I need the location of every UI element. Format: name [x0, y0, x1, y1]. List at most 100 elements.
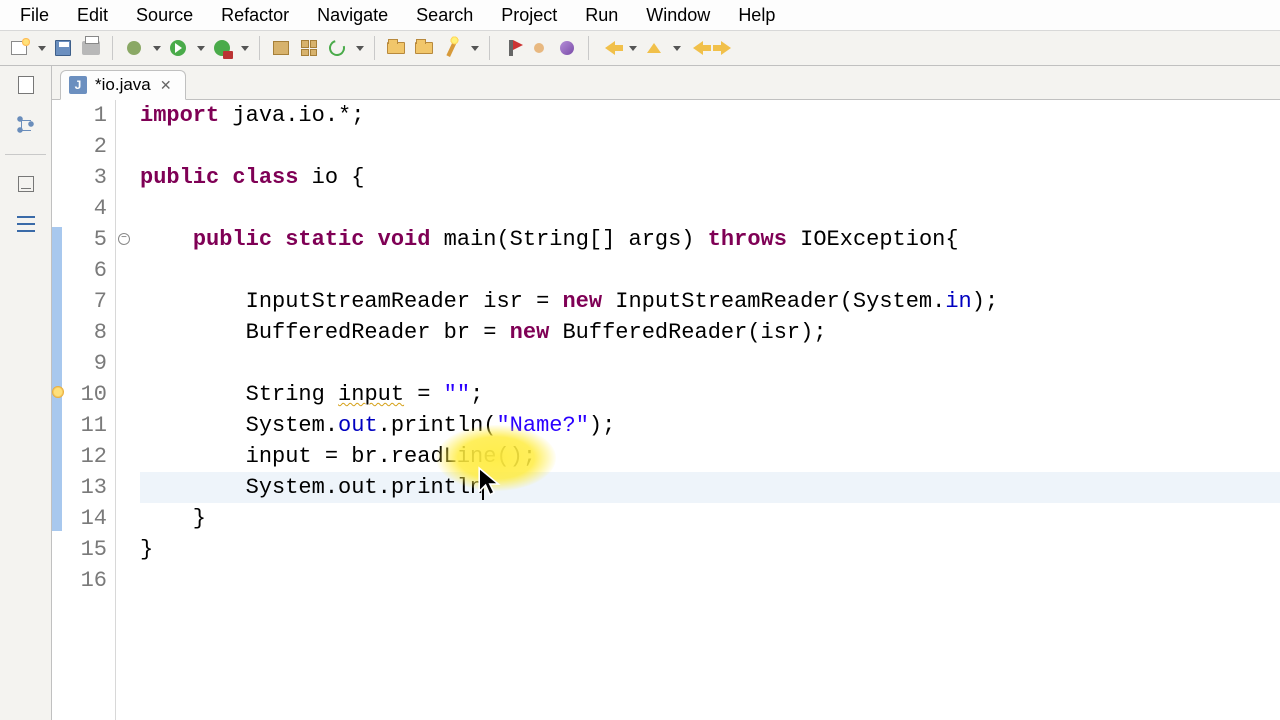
- change-marker: [52, 227, 62, 531]
- wand-dropdown[interactable]: [467, 35, 481, 61]
- main-toolbar: [0, 30, 1280, 66]
- code-line[interactable]: InputStreamReader isr = new InputStreamR…: [140, 286, 1280, 317]
- warning-marker-icon[interactable]: [50, 385, 68, 403]
- close-tab-icon[interactable]: ✕: [159, 78, 173, 92]
- code-line[interactable]: System.out.println("Name?");: [140, 410, 1280, 441]
- arrL-button[interactable]: [597, 35, 623, 61]
- runcircle-button[interactable]: [165, 35, 191, 61]
- save-icon: [55, 40, 71, 56]
- line-number: 11: [72, 410, 107, 441]
- folding-column: −: [116, 100, 134, 720]
- chevron-down-icon: [356, 46, 364, 51]
- print-button[interactable]: [78, 35, 104, 61]
- line-number: 8: [72, 317, 107, 348]
- save-button[interactable]: [50, 35, 76, 61]
- line-number: 2: [72, 131, 107, 162]
- flag-button[interactable]: [498, 35, 524, 61]
- arrL-button[interactable]: [685, 35, 711, 61]
- bug-dropdown[interactable]: [149, 35, 163, 61]
- code-line[interactable]: public static void main(String[] args) t…: [140, 224, 1280, 255]
- code-line[interactable]: BufferedReader br = new BufferedReader(i…: [140, 317, 1280, 348]
- runcircle-dropdown[interactable]: [193, 35, 207, 61]
- menu-help[interactable]: Help: [724, 5, 789, 26]
- outline-view-icon[interactable]: [15, 213, 37, 235]
- code-line[interactable]: [140, 131, 1280, 162]
- wand-button[interactable]: [439, 35, 465, 61]
- arrUp-dropdown[interactable]: [669, 35, 683, 61]
- line-number: 1: [72, 100, 107, 131]
- code-line[interactable]: [140, 565, 1280, 596]
- strip-separator: [5, 154, 46, 155]
- view-shortcut-strip: [0, 66, 52, 720]
- menu-run[interactable]: Run: [571, 5, 632, 26]
- menu-bar: FileEditSourceRefactorNavigateSearchProj…: [0, 0, 1280, 30]
- runbox-dropdown[interactable]: [237, 35, 251, 61]
- line-number: 9: [72, 348, 107, 379]
- pkg-icon: [273, 41, 289, 55]
- line-number: 7: [72, 286, 107, 317]
- print-icon: [82, 41, 100, 55]
- arrL-dropdown[interactable]: [625, 35, 639, 61]
- new-dropdown[interactable]: [34, 35, 48, 61]
- pkg-button[interactable]: [268, 35, 294, 61]
- line-number: 13: [72, 472, 107, 503]
- toolbar-separator: [259, 36, 260, 60]
- minimize-view-icon[interactable]: [15, 173, 37, 195]
- folder-button[interactable]: [411, 35, 437, 61]
- folder-button[interactable]: [383, 35, 409, 61]
- fold-toggle-icon[interactable]: −: [118, 233, 130, 245]
- line-number: 4: [72, 193, 107, 224]
- line-number: 14: [72, 503, 107, 534]
- editor-tab[interactable]: J *io.java ✕: [60, 70, 186, 100]
- package-explorer-icon[interactable]: [15, 74, 37, 96]
- grid-button[interactable]: [296, 35, 322, 61]
- new-icon: [11, 41, 27, 55]
- runbox-button[interactable]: [209, 35, 235, 61]
- code-line[interactable]: [140, 193, 1280, 224]
- bug-button[interactable]: [121, 35, 147, 61]
- toolbar-separator: [112, 36, 113, 60]
- menu-file[interactable]: File: [6, 5, 63, 26]
- flag-icon: [509, 40, 513, 56]
- code-line[interactable]: import java.io.*;: [140, 100, 1280, 131]
- code-line[interactable]: }: [140, 503, 1280, 534]
- folder-icon: [415, 42, 433, 54]
- menu-refactor[interactable]: Refactor: [207, 5, 303, 26]
- menu-navigate[interactable]: Navigate: [303, 5, 402, 26]
- code-line[interactable]: String input = "";: [140, 379, 1280, 410]
- chevron-down-icon: [673, 46, 681, 51]
- menu-search[interactable]: Search: [402, 5, 487, 26]
- line-number: 3: [72, 162, 107, 193]
- code-line[interactable]: public class io {: [140, 162, 1280, 193]
- code-editor[interactable]: 12345678910111213141516 − import java.io…: [52, 100, 1280, 720]
- refresh-button[interactable]: [324, 35, 350, 61]
- code-line[interactable]: }: [140, 534, 1280, 565]
- line-number: 15: [72, 534, 107, 565]
- refresh-icon: [326, 37, 348, 59]
- menu-project[interactable]: Project: [487, 5, 571, 26]
- arrL-icon: [693, 41, 703, 55]
- code-line[interactable]: [140, 255, 1280, 286]
- person-icon: [534, 43, 544, 53]
- new-button[interactable]: [6, 35, 32, 61]
- person-button[interactable]: [526, 35, 552, 61]
- menu-source[interactable]: Source: [122, 5, 207, 26]
- tab-filename: *io.java: [95, 75, 151, 95]
- ball-button[interactable]: [554, 35, 580, 61]
- code-line[interactable]: input = br.readLine();: [140, 441, 1280, 472]
- refresh-dropdown[interactable]: [352, 35, 366, 61]
- code-content[interactable]: import java.io.*; public class io { publi…: [134, 100, 1280, 720]
- code-line[interactable]: [140, 348, 1280, 379]
- arrR-button[interactable]: [713, 35, 739, 61]
- chevron-down-icon: [241, 46, 249, 51]
- menu-window[interactable]: Window: [632, 5, 724, 26]
- menu-edit[interactable]: Edit: [63, 5, 122, 26]
- type-hierarchy-icon[interactable]: [15, 114, 37, 136]
- grid-icon: [301, 40, 317, 56]
- toolbar-separator: [588, 36, 589, 60]
- text-caret: [482, 476, 484, 500]
- workbench: J *io.java ✕ 12345678910111213141516 − i…: [0, 66, 1280, 720]
- chevron-down-icon: [629, 46, 637, 51]
- arrUp-button[interactable]: [641, 35, 667, 61]
- code-line[interactable]: System.out.println: [140, 472, 1280, 503]
